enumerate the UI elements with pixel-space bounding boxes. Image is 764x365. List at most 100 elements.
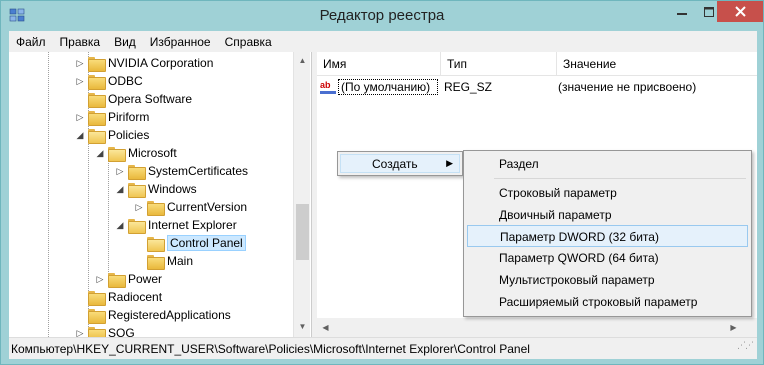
- collapse-arrow-icon[interactable]: ◢: [75, 130, 85, 141]
- expand-arrow-icon[interactable]: ▷: [75, 76, 85, 87]
- menu-help[interactable]: Справка: [218, 35, 279, 49]
- tree-item-label: Policies: [108, 128, 150, 142]
- folder-open-icon: [128, 182, 146, 198]
- column-header-value[interactable]: Значение: [557, 52, 757, 76]
- tree-item[interactable]: ▷ NVIDIA Corporation: [75, 54, 213, 72]
- folder-icon: [88, 56, 106, 72]
- menu-file[interactable]: Файл: [9, 35, 53, 49]
- context-menu: Создать ▶: [337, 151, 463, 176]
- expand-arrow-icon[interactable]: ▷: [75, 58, 85, 69]
- minimize-icon: [677, 12, 687, 15]
- tree-item[interactable]: ◢ Internet Explorer: [115, 216, 237, 234]
- scroll-left-icon[interactable]: ◀: [321, 323, 330, 332]
- folder-icon: [88, 92, 106, 108]
- collapse-arrow-icon[interactable]: ◢: [115, 220, 125, 231]
- tree-item[interactable]: ▷ CurrentVersion: [134, 198, 247, 216]
- folder-icon: [88, 74, 106, 90]
- list-horizontal-scrollbar[interactable]: ◀ ▶: [317, 318, 757, 337]
- expand-arrow-icon[interactable]: ▷: [95, 274, 105, 285]
- folder-open-icon: [108, 146, 126, 162]
- title-bar[interactable]: Редактор реестра: [1, 1, 763, 31]
- tree-item-label: RegisteredApplications: [108, 308, 231, 322]
- submenu-item-qword[interactable]: Параметр QWORD (64 бита): [467, 247, 748, 269]
- status-bar: Компьютер\HKEY_CURRENT_USER\Software\Pol…: [9, 337, 757, 359]
- tree-item[interactable]: ▷ SOG: [75, 324, 135, 337]
- tree-item[interactable]: Opera Software: [75, 90, 192, 108]
- registry-tree[interactable]: ▷ NVIDIA Corporation ▷ ODBC Opera Softwa…: [9, 52, 312, 337]
- column-header-type[interactable]: Тип: [441, 52, 557, 76]
- tree-item[interactable]: ◢ Microsoft: [95, 144, 177, 162]
- expand-arrow-icon[interactable]: ▷: [75, 112, 85, 123]
- submenu-item-expandable-string[interactable]: Расширяемый строковый параметр: [467, 291, 748, 313]
- submenu-arrow-icon: ▶: [446, 158, 453, 168]
- collapse-arrow-icon[interactable]: ◢: [95, 148, 105, 159]
- folder-open-icon: [147, 236, 165, 252]
- list-row[interactable]: ab (По умолчанию) REG_SZ (значение не пр…: [317, 78, 696, 96]
- string-value-icon: ab: [320, 80, 336, 94]
- folder-icon: [88, 290, 106, 306]
- folder-icon: [147, 254, 165, 270]
- list-header: Имя Тип Значение: [317, 52, 757, 76]
- scroll-thumb[interactable]: [296, 204, 309, 260]
- close-button[interactable]: [717, 1, 763, 22]
- tree-guide-line: [108, 152, 109, 282]
- tree-item-label: Main: [167, 254, 194, 268]
- close-icon: [734, 6, 746, 17]
- submenu-item-binary[interactable]: Двоичный параметр: [467, 204, 748, 226]
- folder-icon: [88, 326, 106, 337]
- column-header-name[interactable]: Имя: [317, 52, 441, 76]
- folder-icon: [88, 308, 106, 324]
- submenu-item-multistring[interactable]: Мультистроковый параметр: [467, 269, 748, 291]
- scroll-up-icon[interactable]: ▲: [298, 56, 307, 65]
- tree-item-label: SystemCertificates: [148, 164, 249, 178]
- menu-item-label: Создать: [372, 157, 418, 171]
- minimize-button[interactable]: [669, 1, 695, 22]
- tree-item-label: Windows: [148, 182, 197, 196]
- tree-item[interactable]: ▷ ODBC: [75, 72, 143, 90]
- tree-item[interactable]: ▷ Piriform: [75, 108, 149, 126]
- value-name: (По умолчанию): [338, 79, 438, 95]
- folder-icon: [88, 110, 106, 126]
- scroll-right-icon[interactable]: ▶: [729, 323, 738, 332]
- submenu-item-dword[interactable]: Параметр DWORD (32 бита): [467, 225, 748, 247]
- maximize-icon: [704, 6, 714, 17]
- tree-item[interactable]: ◢ Windows: [115, 180, 197, 198]
- tree-item-label: Power: [128, 272, 163, 286]
- expand-arrow-icon[interactable]: ▷: [115, 166, 125, 177]
- tree-item-selected[interactable]: Control Panel: [134, 234, 246, 252]
- menu-favorites[interactable]: Избранное: [143, 35, 218, 49]
- folder-icon: [147, 200, 165, 216]
- resize-grip-icon[interactable]: ⋰⋰: [737, 334, 754, 356]
- tree-item[interactable]: ◢ Policies: [75, 126, 149, 144]
- folder-icon: [128, 164, 146, 180]
- folder-open-icon: [128, 218, 146, 234]
- menu-separator: [494, 178, 746, 179]
- menu-item-create[interactable]: Создать ▶: [340, 154, 460, 173]
- scroll-down-icon[interactable]: ▼: [298, 322, 307, 331]
- status-path: Компьютер\HKEY_CURRENT_USER\Software\Pol…: [11, 342, 530, 356]
- submenu-item-key[interactable]: Раздел: [467, 153, 748, 175]
- tree-item-label: ODBC: [108, 74, 143, 88]
- tree-item[interactable]: Main: [134, 252, 193, 270]
- tree-item-label: CurrentVersion: [167, 200, 248, 214]
- tree-item[interactable]: ▷ Power: [95, 270, 162, 288]
- tree-item-label: Microsoft: [128, 146, 177, 160]
- tree-item-label: NVIDIA Corporation: [108, 56, 214, 70]
- tree-item[interactable]: RegisteredApplications: [75, 306, 231, 324]
- tree-item-label: Internet Explorer: [148, 218, 237, 232]
- folder-open-icon: [88, 128, 106, 144]
- tree-item[interactable]: Radiocent: [75, 288, 162, 306]
- expand-arrow-icon[interactable]: ▷: [134, 202, 144, 213]
- create-submenu: Раздел Строковый параметр Двоичный парам…: [463, 150, 752, 317]
- window-title: Редактор реестра: [319, 7, 445, 24]
- collapse-arrow-icon[interactable]: ◢: [115, 184, 125, 195]
- expand-arrow-icon[interactable]: ▷: [75, 328, 85, 338]
- value-data: (значение не присвоено): [558, 80, 697, 94]
- tree-vertical-scrollbar[interactable]: ▲ ▼: [293, 52, 310, 337]
- tree-item-label: Piriform: [108, 110, 150, 124]
- tree-item[interactable]: ▷ SystemCertificates: [115, 162, 248, 180]
- tree-guide-line: [48, 52, 49, 337]
- menu-view[interactable]: Вид: [107, 35, 143, 49]
- submenu-item-string[interactable]: Строковый параметр: [467, 182, 748, 204]
- menu-edit[interactable]: Правка: [53, 35, 108, 49]
